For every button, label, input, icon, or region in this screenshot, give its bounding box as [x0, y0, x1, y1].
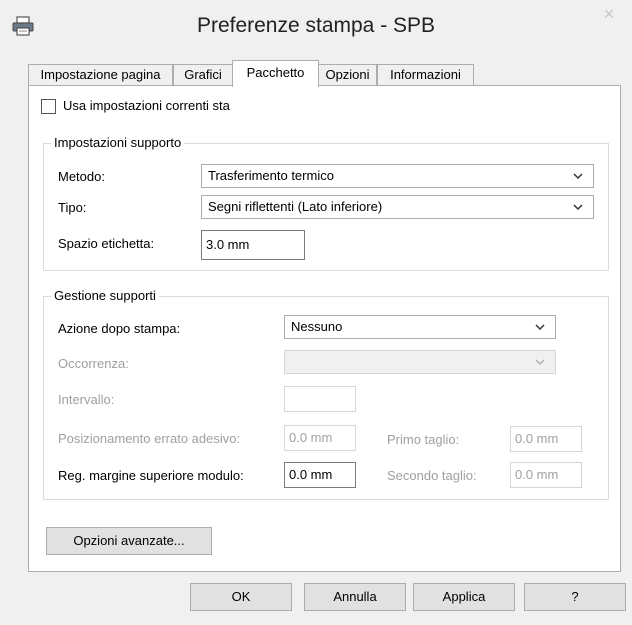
- second-cut-input[interactable]: 0.0 mm: [510, 462, 582, 488]
- method-label: Metodo:: [58, 169, 105, 184]
- chevron-down-icon: [535, 324, 545, 331]
- top-margin-input[interactable]: 0.0 mm: [284, 462, 356, 488]
- media-handling-group: Gestione supporti Azione dopo stampa: Ne…: [43, 288, 609, 500]
- apply-button[interactable]: Applica: [413, 583, 515, 611]
- post-print-action-select[interactable]: Nessuno: [284, 315, 556, 339]
- interval-label: Intervallo:: [58, 392, 115, 407]
- use-current-settings-label: Usa impostazioni correnti sta: [63, 98, 230, 113]
- close-icon: ×: [603, 4, 615, 24]
- cancel-button[interactable]: Annulla: [304, 583, 406, 611]
- tab-grafici[interactable]: Grafici: [173, 64, 233, 86]
- tab-opzioni[interactable]: Opzioni: [318, 64, 377, 86]
- tab-panel-pacchetto: Usa impostazioni correnti sta Impostazio…: [28, 85, 621, 572]
- type-select[interactable]: Segni riflettenti (Lato inferiore): [201, 195, 594, 219]
- adhesive-misplacement-label: Posizionamento errato adesivo:: [58, 431, 241, 446]
- label-gap-label: Spazio etichetta:: [58, 236, 155, 251]
- adhesive-misplacement-input[interactable]: 0.0 mm: [284, 425, 356, 451]
- ok-button[interactable]: OK: [190, 583, 292, 611]
- interval-input[interactable]: [284, 386, 356, 412]
- occurrence-label: Occorrenza:: [58, 356, 129, 371]
- use-current-settings-checkbox[interactable]: [41, 99, 56, 114]
- occurrence-select[interactable]: [284, 350, 556, 374]
- chevron-down-icon: [573, 173, 583, 180]
- top-margin-label: Reg. margine superiore modulo:: [58, 468, 244, 483]
- close-button[interactable]: ×: [586, 0, 632, 28]
- tab-impostazione-pagina[interactable]: Impostazione pagina: [28, 64, 173, 86]
- first-cut-input[interactable]: 0.0 mm: [510, 426, 582, 452]
- type-label: Tipo:: [58, 200, 87, 215]
- type-value: Segni riflettenti (Lato inferiore): [208, 199, 383, 214]
- post-print-action-value: Nessuno: [291, 319, 343, 334]
- label-gap-input[interactable]: 3.0 mm: [201, 230, 305, 260]
- advanced-options-button[interactable]: Opzioni avanzate...: [46, 527, 212, 555]
- second-cut-label: Secondo taglio:: [387, 468, 477, 483]
- chevron-down-icon: [573, 204, 583, 211]
- chevron-down-icon: [535, 359, 545, 366]
- window-title: Preferenze stampa - SPB: [196, 14, 436, 37]
- title-bar: Preferenze stampa - SPB ×: [0, 0, 632, 52]
- media-handling-title: Gestione supporti: [51, 288, 159, 303]
- help-button[interactable]: ?: [524, 583, 626, 611]
- post-print-action-label: Azione dopo stampa:: [58, 321, 181, 336]
- first-cut-label: Primo taglio:: [387, 432, 460, 447]
- media-settings-group: Impostazioni supporto Metodo: Trasferime…: [43, 135, 609, 271]
- tab-pacchetto[interactable]: Pacchetto: [232, 60, 319, 87]
- method-value: Trasferimento termico: [208, 168, 334, 183]
- media-settings-title: Impostazioni supporto: [51, 135, 185, 150]
- tab-informazioni[interactable]: Informazioni: [377, 64, 474, 86]
- method-select[interactable]: Trasferimento termico: [201, 164, 594, 188]
